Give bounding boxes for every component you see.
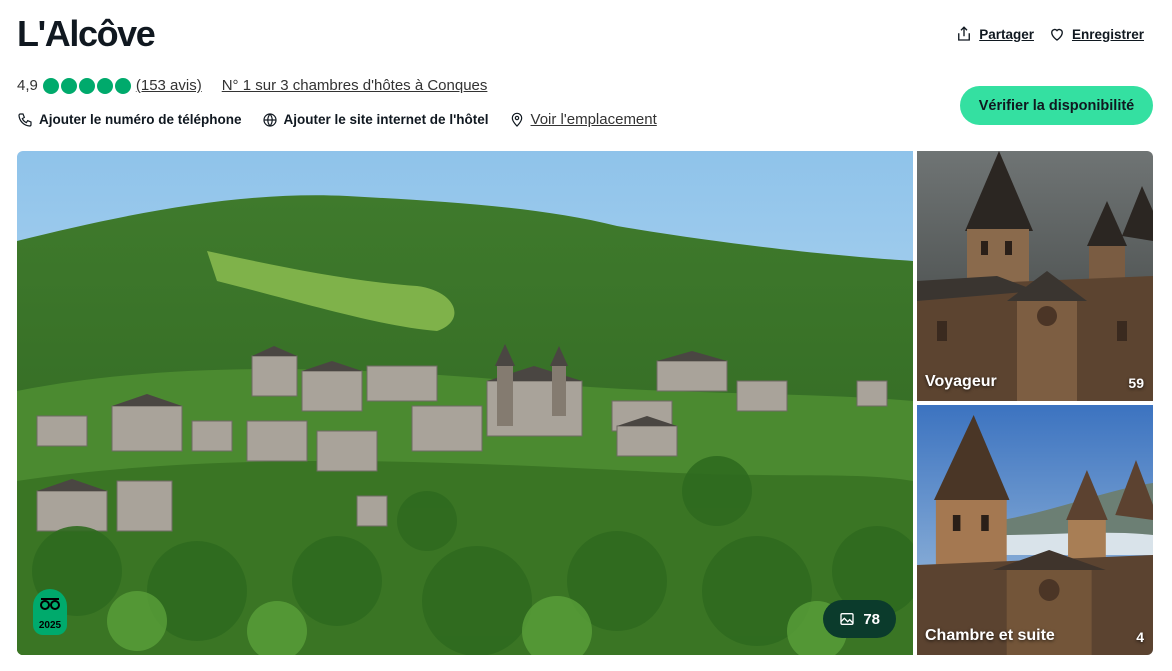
phone-icon [18, 112, 32, 127]
save-button[interactable]: Enregistrer [1048, 25, 1144, 43]
map-pin-icon [511, 112, 522, 127]
owl-icon [40, 598, 60, 610]
room-photos-count: 4 [1136, 629, 1144, 645]
rating-row: 4,9 (153 avis) N° 1 sur 3 chambres d'hôt… [17, 77, 487, 94]
abbey-tower-photo [917, 151, 1153, 401]
room-photos-tile[interactable]: Chambre et suite 4 [917, 405, 1153, 655]
village-landscape-photo [17, 151, 913, 655]
add-phone-link[interactable]: Ajouter le numéro de téléphone [17, 112, 242, 128]
check-availability-button[interactable]: Vérifier la disponibilité [960, 86, 1153, 125]
header-actions: Partager Enregistrer [955, 25, 1144, 43]
church-towers-photo [917, 405, 1153, 655]
photo-count: 78 [863, 610, 880, 628]
rating-bubble [114, 77, 131, 94]
room-photos-label: Chambre et suite [925, 627, 1055, 644]
view-location-label: Voir l'emplacement [530, 111, 657, 128]
heart-icon [1051, 28, 1063, 41]
rating-bubble [60, 77, 77, 94]
traveller-photos-count: 59 [1128, 375, 1144, 391]
photo-count-button[interactable]: 78 [823, 600, 896, 638]
travellers-choice-badge: 2025 [33, 589, 67, 635]
rating-value: 4,9 [17, 77, 38, 94]
share-icon [958, 26, 971, 41]
traveller-photos-tile[interactable]: Voyageur 59 [917, 151, 1153, 401]
contact-row: Ajouter le numéro de téléphone Ajouter l… [17, 111, 677, 128]
view-location-link[interactable]: Voir l'emplacement [509, 111, 657, 128]
rating-bubble [78, 77, 95, 94]
reviews-link[interactable]: (153 avis) [136, 77, 202, 94]
add-website-label: Ajouter le site internet de l'hôtel [283, 112, 489, 127]
hotel-name: L'Alcôve [17, 13, 156, 54]
image-icon [840, 613, 854, 625]
share-button[interactable]: Partager [955, 25, 1034, 43]
award-year: 2025 [38, 620, 62, 631]
add-website-link[interactable]: Ajouter le site internet de l'hôtel [262, 112, 489, 128]
share-label: Partager [979, 26, 1034, 42]
photo-gallery: 2025 78 Voyageur 59 Chambre et suite 4 [17, 151, 1153, 655]
ranking-link[interactable]: N° 1 sur 3 chambres d'hôtes à Conques [222, 77, 488, 94]
add-phone-label: Ajouter le numéro de téléphone [39, 112, 242, 127]
traveller-photos-label: Voyageur [925, 373, 997, 390]
save-label: Enregistrer [1071, 26, 1144, 42]
rating-bubble [96, 77, 113, 94]
rating-bubble [42, 77, 59, 94]
rating-bubbles [42, 77, 131, 94]
globe-icon [262, 112, 277, 127]
main-photo[interactable]: 2025 78 [17, 151, 913, 655]
